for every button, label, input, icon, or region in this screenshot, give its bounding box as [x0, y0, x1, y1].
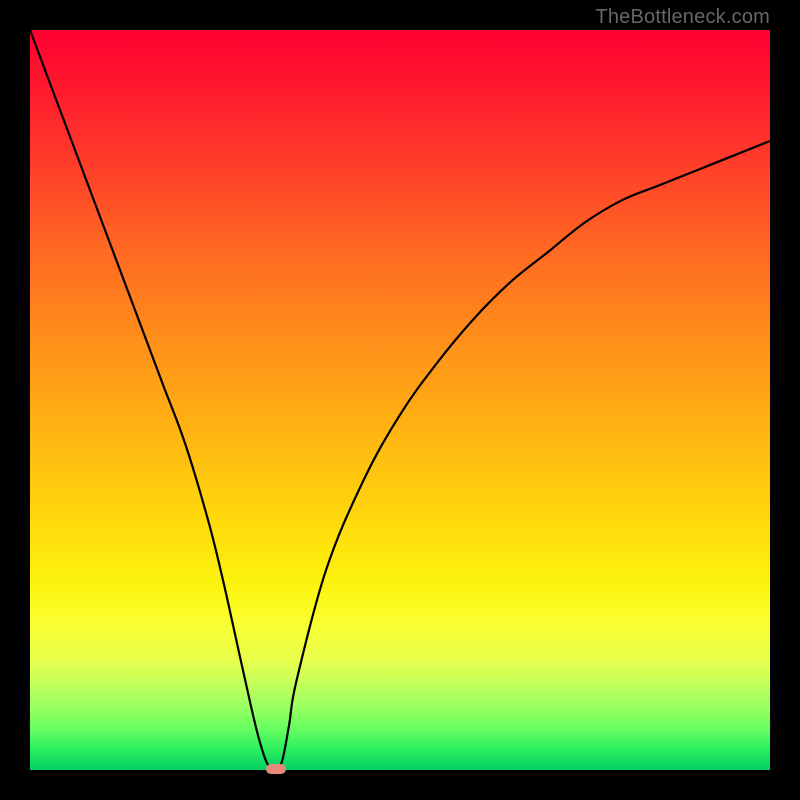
- curve-svg: [30, 30, 770, 770]
- bottleneck-curve: [30, 30, 770, 770]
- chart-frame: TheBottleneck.com: [0, 0, 800, 800]
- optimal-point-marker: [266, 764, 286, 774]
- plot-area: [30, 30, 770, 770]
- watermark-text: TheBottleneck.com: [595, 6, 770, 29]
